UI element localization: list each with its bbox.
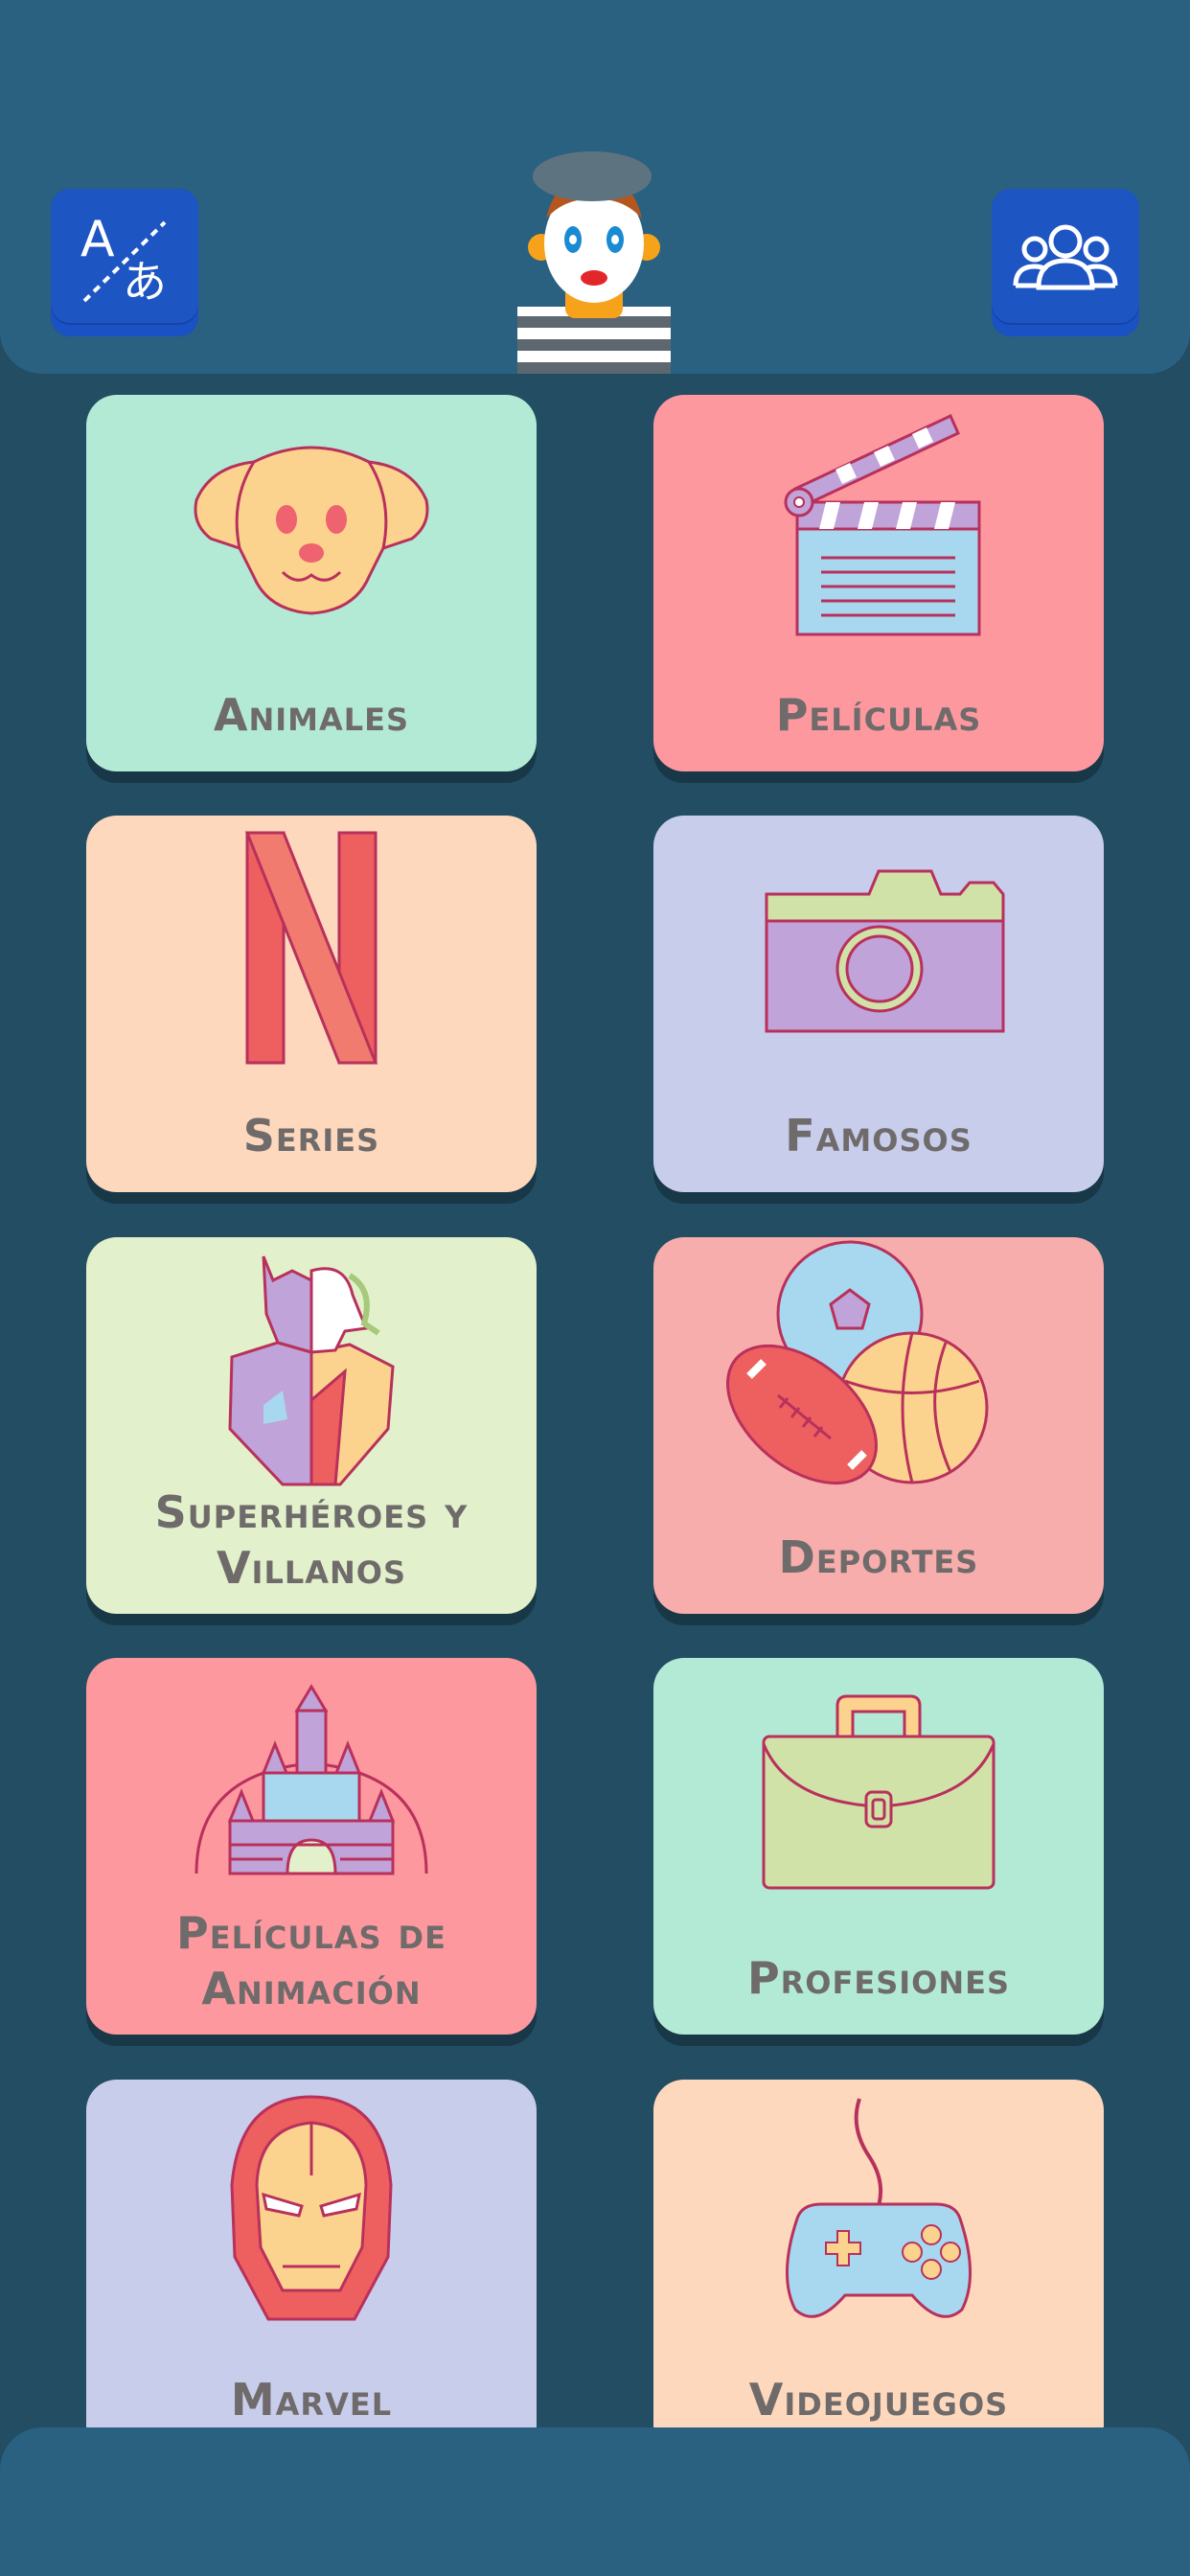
category-label: Animales xyxy=(213,689,410,741)
category-label: Series xyxy=(242,1110,380,1162)
category-label: Marvel xyxy=(230,2374,393,2426)
clapperboard-icon xyxy=(784,413,981,636)
hero-villain-icon xyxy=(228,1255,395,1486)
svg-text:A: A xyxy=(80,211,115,268)
category-card-peliculas-animacion[interactable]: Películas de Animación xyxy=(86,1658,537,2035)
translate-button[interactable]: A あ xyxy=(51,189,198,336)
category-label: Deportes xyxy=(778,1531,979,1583)
gamepad-icon xyxy=(785,2098,973,2318)
dog-icon xyxy=(194,446,429,615)
category-card-marvel[interactable]: Marvel xyxy=(86,2080,537,2456)
category-label: Videojuegos xyxy=(748,2374,1009,2426)
category-label: Películas xyxy=(775,689,982,741)
category-card-profesiones[interactable]: Profesiones xyxy=(653,1658,1104,2035)
netflix-n-icon xyxy=(244,831,378,1065)
players-button[interactable] xyxy=(992,189,1139,336)
category-card-deportes[interactable]: Deportes xyxy=(653,1237,1104,1614)
category-label: Profesiones xyxy=(746,1952,1011,2004)
category-card-videojuegos[interactable]: Videojuegos xyxy=(653,2080,1104,2456)
users-group-icon xyxy=(1013,224,1118,290)
category-card-animales[interactable]: Animales xyxy=(86,395,537,771)
svg-text:あ: あ xyxy=(123,256,167,308)
category-label: Famosos xyxy=(785,1110,973,1162)
briefcase-icon xyxy=(762,1694,995,1890)
sports-balls-icon xyxy=(726,1240,989,1485)
category-card-superheroes[interactable]: Superhéroes y Villanos xyxy=(86,1237,537,1614)
castle-icon xyxy=(195,1684,428,1875)
iron-man-icon xyxy=(230,2095,393,2321)
category-card-peliculas[interactable]: Películas xyxy=(653,395,1104,771)
category-card-famosos[interactable]: Famosos xyxy=(653,816,1104,1192)
camera-icon xyxy=(765,869,1005,1033)
bottom-bar xyxy=(0,2427,1190,2576)
category-label: Películas de Animación xyxy=(176,1907,446,2014)
category-label: Superhéroes y Villanos xyxy=(154,1486,469,1594)
translate-icon: A あ xyxy=(80,211,167,308)
category-card-series[interactable]: Series xyxy=(86,816,537,1192)
app-header: A あ xyxy=(0,0,1190,374)
mime-avatar xyxy=(517,151,671,374)
